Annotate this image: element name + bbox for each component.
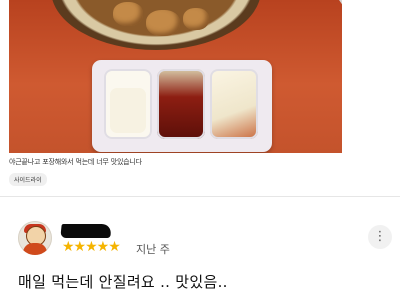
photo-tag[interactable]: 사이드라이	[9, 173, 47, 186]
photo-caption: 야근끝나고 포장해와서 먹는데 너무 맛있습니다	[9, 158, 142, 166]
sauce-cell-red	[157, 69, 205, 139]
sauce-cell-white	[104, 69, 152, 139]
sauce-tray	[92, 60, 272, 152]
food-chunk	[113, 2, 143, 26]
review-photo[interactable]	[9, 0, 342, 153]
divider	[0, 196, 400, 197]
sauce-cell-white-2	[210, 69, 258, 139]
redacted-username	[60, 224, 112, 238]
food-chunk	[146, 10, 180, 36]
rating-stars: ★★★★★	[62, 239, 121, 255]
more-vert-icon[interactable]: ⋮	[368, 225, 392, 249]
review-text: 매일 먹는데 안질려요 .. 맛있음..	[18, 273, 228, 291]
food-chunk	[183, 8, 209, 30]
avatar[interactable]	[18, 221, 52, 255]
review-time: 지난 주	[136, 243, 170, 256]
